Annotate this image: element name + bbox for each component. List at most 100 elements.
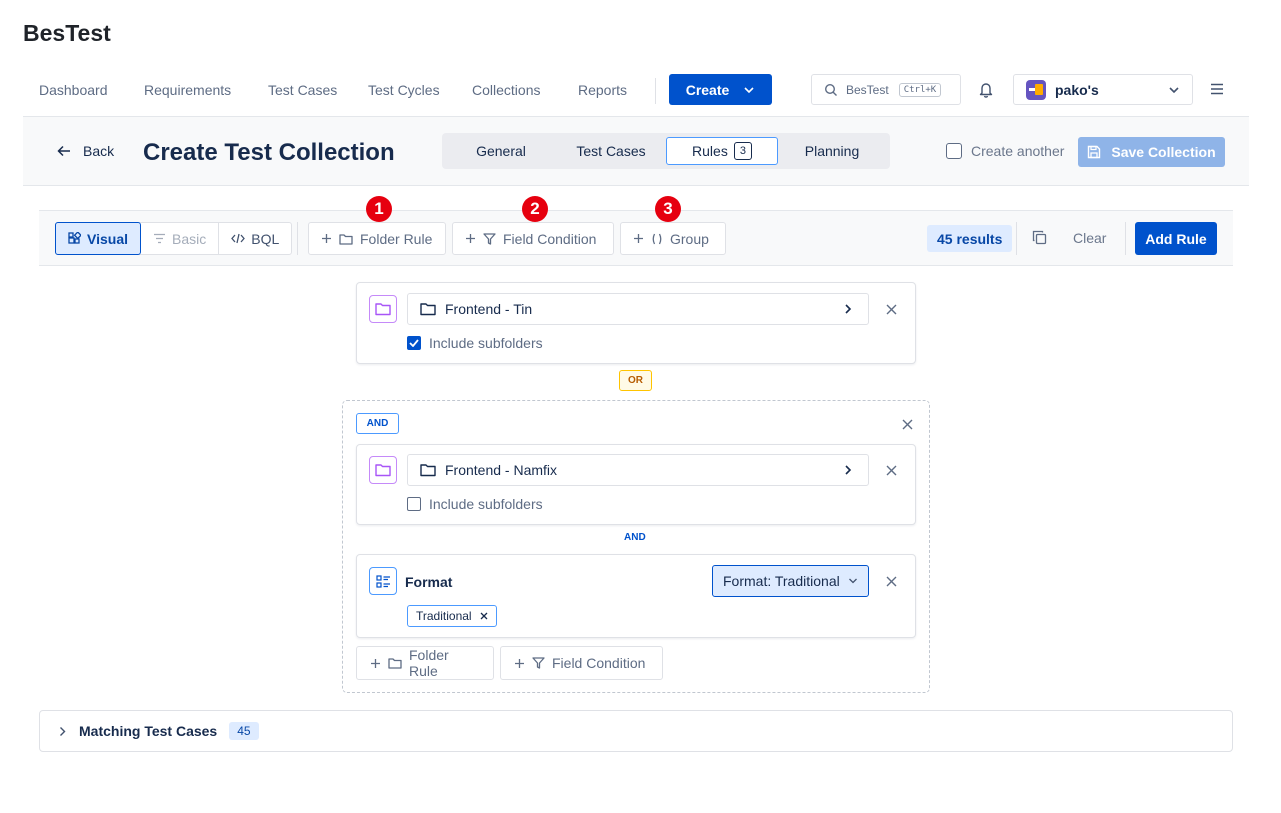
callout-marker-1: 1	[366, 196, 392, 222]
field-name: Format	[405, 574, 453, 590]
page-title: Create Test Collection	[143, 139, 395, 166]
include-subfolders-toggle[interactable]: Include subfolders	[407, 335, 543, 351]
add-field-condition-button[interactable]: 2 Field Condition	[452, 196, 614, 255]
include-subfolders-toggle[interactable]: Include subfolders	[407, 496, 543, 512]
nav-test-cycles[interactable]: Test Cycles	[368, 82, 440, 98]
folder-selector[interactable]: Frontend - Namfix	[407, 454, 869, 486]
chevron-down-icon	[848, 576, 858, 586]
mode-bql-label: BQL	[251, 230, 280, 247]
folder-rule-type-icon	[369, 295, 397, 323]
include-subfolders-checkbox[interactable]	[407, 497, 421, 511]
nav-test-cases[interactable]: Test Cases	[268, 82, 337, 98]
add-rule-button[interactable]: Add Rule	[1135, 222, 1217, 255]
workspace-switcher[interactable]: pako's	[1013, 74, 1193, 105]
group-operator-badge[interactable]: AND	[356, 413, 399, 434]
plus-icon	[465, 233, 476, 244]
remove-rule-icon[interactable]	[883, 462, 899, 478]
nav-divider	[655, 78, 656, 104]
group-add-folder-rule-button[interactable]: Folder Rule	[356, 646, 494, 680]
group-label: Group	[670, 230, 709, 247]
filter-icon	[483, 232, 496, 245]
remove-group-icon[interactable]	[899, 416, 915, 432]
save-icon	[1087, 145, 1101, 159]
include-subfolders-label: Include subfolders	[429, 335, 543, 351]
remove-condition-icon[interactable]	[883, 573, 899, 589]
back-label: Back	[83, 143, 115, 159]
add-folder-rule-button[interactable]: 1 Folder Rule	[308, 196, 446, 255]
rules-count-badge: 3	[733, 142, 752, 160]
field-condition-type-icon	[369, 567, 397, 595]
folder-selector[interactable]: Frontend - Tin	[407, 293, 869, 325]
save-collection-label: Save Collection	[1111, 144, 1216, 160]
bell-icon[interactable]	[978, 81, 994, 98]
nav-requirements[interactable]: Requirements	[144, 82, 231, 98]
folder-icon	[388, 657, 402, 669]
mode-basic-label: Basic	[172, 230, 207, 247]
folder-icon	[420, 463, 436, 477]
back-button[interactable]: Back	[57, 143, 114, 159]
chevron-right-icon	[842, 464, 854, 476]
matching-test-cases-title: Matching Test Cases	[79, 723, 218, 739]
workspace-name: pako's	[1055, 81, 1099, 98]
nav-collections[interactable]: Collections	[472, 82, 540, 98]
plus-icon	[633, 233, 644, 244]
tab-test-cases-label: Test Cases	[576, 143, 646, 159]
copy-icon[interactable]	[1032, 230, 1047, 245]
create-another-toggle[interactable]: Create another	[946, 143, 1064, 159]
search-shortcut-hint: Ctrl+K	[898, 82, 942, 97]
workspace-avatar	[1026, 79, 1046, 100]
value-chip: Traditional	[407, 605, 497, 627]
page-header: Back Create Test Collection General Test…	[23, 117, 1249, 186]
field-value-dropdown-label: Format: Traditional	[723, 573, 840, 589]
mode-visual-label: Visual	[87, 230, 128, 247]
folder-rule-label: Folder Rule	[409, 647, 449, 679]
plus-icon	[514, 658, 525, 669]
parentheses-icon	[651, 233, 663, 245]
create-button[interactable]: Create	[669, 74, 772, 105]
chevron-right-icon	[58, 726, 67, 737]
group-add-field-condition-button[interactable]: Field Condition	[500, 646, 663, 680]
include-subfolders-checkbox[interactable]	[407, 336, 421, 350]
create-button-label: Create	[685, 81, 730, 98]
folder-name: Frontend - Tin	[445, 301, 533, 317]
folder-rule-label: Folder Rule	[360, 230, 433, 247]
tab-planning[interactable]: Planning	[778, 137, 886, 165]
nav-dashboard[interactable]: Dashboard	[39, 82, 108, 98]
include-subfolders-label: Include subfolders	[429, 496, 543, 512]
code-icon	[231, 233, 246, 244]
tab-rules[interactable]: Rules 3	[666, 137, 778, 165]
remove-rule-icon[interactable]	[883, 301, 899, 317]
field-value-dropdown[interactable]: Format: Traditional	[712, 565, 869, 597]
mode-switcher: Visual Basic BQL	[55, 222, 293, 255]
tab-bar: General Test Cases Rules 3 Planning	[442, 133, 890, 169]
grid-icon	[68, 232, 81, 245]
menu-icon[interactable]	[1210, 83, 1224, 95]
matching-test-cases-panel[interactable]: Matching Test Cases 45	[39, 710, 1233, 752]
search-placeholder: BesTest	[846, 82, 889, 97]
tab-general[interactable]: General	[446, 137, 556, 165]
folder-rule-card: Frontend - Tin Include subfolders	[356, 282, 916, 364]
field-condition-label: Field Condition	[552, 655, 646, 671]
create-another-checkbox[interactable]	[946, 143, 962, 159]
search-input[interactable]: BesTest Ctrl+K	[811, 74, 961, 105]
search-icon	[824, 83, 838, 97]
add-group-button[interactable]: 3 Group	[620, 196, 726, 255]
callout-marker-3: 3	[655, 196, 681, 222]
toolbar-divider	[1125, 222, 1126, 255]
tab-test-cases[interactable]: Test Cases	[556, 137, 666, 165]
mode-basic[interactable]: Basic	[141, 223, 220, 254]
or-operator-badge[interactable]: OR	[619, 370, 652, 391]
callout-marker-2: 2	[522, 196, 548, 222]
nav-reports[interactable]: Reports	[578, 82, 627, 98]
mode-visual[interactable]: Visual	[55, 222, 141, 255]
save-collection-button[interactable]: Save Collection	[1078, 137, 1225, 167]
folder-name: Frontend - Namfix	[445, 462, 558, 478]
mode-bql[interactable]: BQL	[219, 223, 291, 254]
and-joiner-label: AND	[624, 532, 646, 543]
field-condition-label: Field Condition	[503, 230, 597, 247]
clear-button[interactable]: Clear	[1073, 230, 1106, 246]
chevron-right-icon	[842, 303, 854, 315]
remove-chip-icon[interactable]	[480, 612, 488, 620]
matching-count-badge: 45	[229, 722, 259, 740]
folder-rule-card: Frontend - Namfix Include subfolders	[356, 444, 916, 525]
